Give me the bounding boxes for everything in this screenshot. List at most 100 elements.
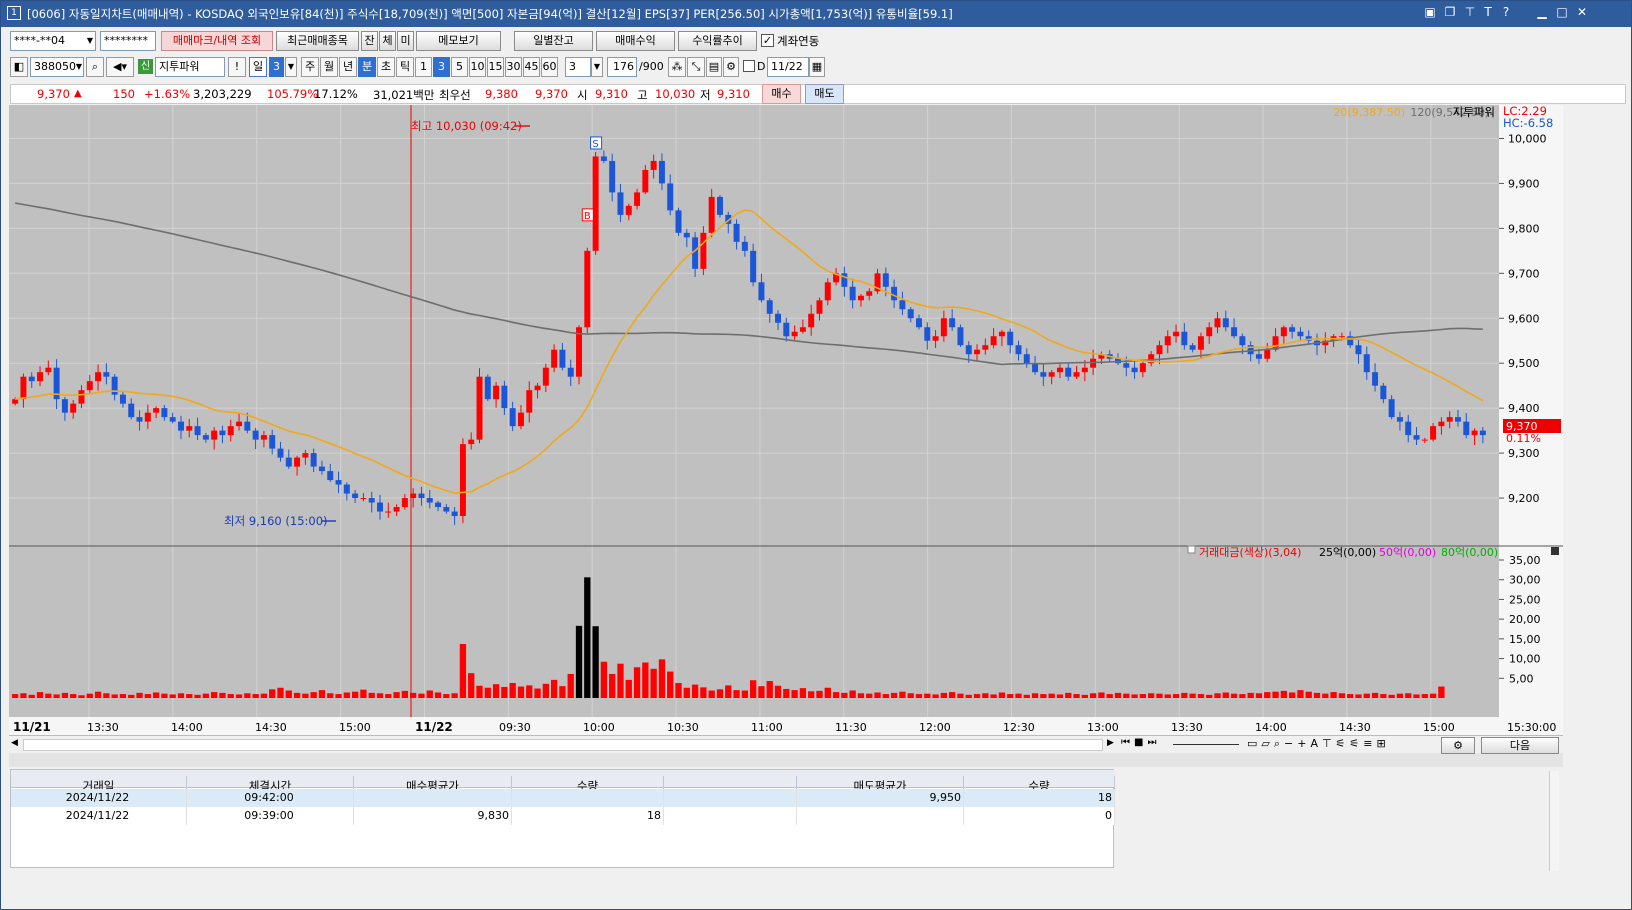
- minute-button[interactable]: 1: [415, 57, 432, 77]
- sell-button[interactable]: 매도: [805, 84, 844, 104]
- volume-bar: [973, 694, 981, 698]
- interval-select[interactable]: 3: [565, 57, 591, 77]
- font-icon[interactable]: T: [1479, 5, 1497, 19]
- volume-bar: [1355, 694, 1362, 698]
- volume-bar: [733, 690, 740, 698]
- calendar-icon[interactable]: ▦: [809, 57, 825, 77]
- volume-bar: [683, 687, 690, 698]
- period-button[interactable]: 분: [358, 57, 376, 77]
- minute-button[interactable]: 60: [541, 57, 558, 77]
- candle-body: [741, 241, 748, 251]
- pane-menu-icon[interactable]: [1551, 547, 1559, 555]
- interval-dropdown-icon[interactable]: ▼: [591, 57, 603, 77]
- candle-body: [468, 439, 475, 445]
- candle-count-input[interactable]: 176: [607, 57, 637, 77]
- period-button[interactable]: 틱: [396, 57, 414, 77]
- day-count[interactable]: 3: [269, 57, 284, 77]
- executed-button[interactable]: 체: [379, 31, 396, 51]
- day-dropdown-icon[interactable]: ▼: [285, 57, 297, 77]
- cell-sell_qty: 0: [964, 807, 1115, 825]
- return-trend-button[interactable]: 수익률추이: [678, 31, 757, 51]
- candle-body: [899, 300, 906, 310]
- duplicate-icon[interactable]: ❐: [1441, 5, 1459, 19]
- layout-toggle-icon[interactable]: ◧: [10, 57, 28, 77]
- recent-trades-button[interactable]: 최근매매종목: [276, 31, 359, 51]
- maximize-icon[interactable]: □: [1553, 5, 1571, 19]
- candle-body: [236, 421, 243, 427]
- table-row[interactable]: 2024/11/22 09:39:00 9,830 18 0: [11, 807, 1115, 825]
- candle-body: [559, 349, 566, 368]
- trade-profit-button[interactable]: 매매수익: [596, 31, 675, 51]
- draw-tool-icon[interactable]: ⤡: [687, 57, 705, 77]
- period-button[interactable]: 초: [377, 57, 395, 77]
- volume-tick-label: 30,00: [1509, 574, 1541, 587]
- candle-body: [866, 291, 873, 296]
- minimize-icon[interactable]: ▁: [1533, 5, 1551, 19]
- next-button[interactable]: 다음: [1481, 737, 1559, 754]
- period-button[interactable]: 월: [320, 57, 338, 77]
- candle-body: [609, 160, 616, 193]
- minute-button[interactable]: 3: [433, 57, 450, 77]
- minute-button[interactable]: 5: [451, 57, 468, 77]
- scroll-left-icon[interactable]: ◀: [11, 738, 18, 748]
- sound-icon[interactable]: ◀▾: [106, 57, 134, 77]
- chart-tool-icon[interactable]: ⁂: [668, 57, 686, 77]
- volume-bar: [1222, 692, 1229, 698]
- credit-badge: 신: [138, 59, 153, 74]
- price-change: 150: [113, 87, 135, 101]
- account-select[interactable]: ****-**04 ▼: [10, 31, 96, 51]
- date-checkbox[interactable]: [743, 60, 755, 72]
- chevron-down-icon[interactable]: ▼: [87, 32, 93, 50]
- stock-code-input[interactable]: 388050 ▼: [30, 57, 84, 77]
- candle-body: [476, 376, 483, 440]
- search-icon[interactable]: ⌕: [86, 57, 104, 77]
- period-button[interactable]: 주: [301, 57, 319, 77]
- chart-tools-icons[interactable]: ▭▱⌕−+A⊤⚟⚟≡⊞: [1247, 737, 1390, 751]
- scroll-track[interactable]: [23, 739, 1103, 751]
- volume-bar: [899, 691, 906, 698]
- close-icon[interactable]: ✕: [1573, 5, 1591, 19]
- candle-body: [667, 183, 674, 211]
- code-dropdown-icon[interactable]: ▼: [76, 58, 82, 76]
- table-scrollbar[interactable]: [1549, 771, 1559, 871]
- price-chart[interactable]: 10,000 9,900 9,800 9,700 9,600 9,500 9,400 9,30…: [9, 105, 1563, 735]
- minute-button[interactable]: 15: [487, 57, 504, 77]
- alert-button[interactable]: !: [228, 57, 246, 77]
- balance-button[interactable]: 잔: [361, 31, 378, 51]
- volume-bar: [492, 684, 500, 698]
- unexecuted-button[interactable]: 미: [397, 31, 414, 51]
- chart-scrollbar[interactable]: ◀ ▶ ⏮■⏭ ▭▱⌕−+A⊤⚟⚟≡⊞: [9, 735, 1563, 753]
- help-icon[interactable]: ?: [1497, 5, 1515, 19]
- password-field[interactable]: ********: [100, 31, 156, 51]
- stock-name-field[interactable]: 지투파워: [155, 57, 225, 77]
- candle-body: [161, 408, 168, 418]
- trade-mark-button[interactable]: 매매마크/내역 조회: [161, 31, 273, 51]
- volume-bar: [1015, 693, 1022, 698]
- period-button[interactable]: 년: [339, 57, 357, 77]
- account-link-checkbox[interactable]: ✓: [761, 34, 774, 47]
- buy-button[interactable]: 매수: [762, 84, 801, 104]
- pin-icon[interactable]: ⊤: [1461, 5, 1479, 19]
- table-row[interactable]: 2024/11/22 09:42:00 9,950 18: [11, 789, 1115, 807]
- price-tick-label: 9,400: [1508, 402, 1540, 415]
- settings-gear-icon[interactable]: ⚙: [723, 57, 739, 77]
- minute-button[interactable]: 45: [523, 57, 540, 77]
- volume-bar: [152, 692, 160, 698]
- candle-body: [1363, 354, 1370, 373]
- minute-button[interactable]: 30: [505, 57, 522, 77]
- volume-bar: [351, 691, 359, 698]
- memo-button[interactable]: 메모보기: [416, 31, 501, 51]
- grid-settings-icon[interactable]: ⚙: [1441, 737, 1475, 754]
- volume-bar: [94, 691, 102, 698]
- layout-icon[interactable]: ▣: [1421, 5, 1439, 19]
- minute-button[interactable]: 10: [469, 57, 486, 77]
- zoom-slider[interactable]: [1173, 744, 1239, 745]
- scroll-right-icon[interactable]: ▶: [1107, 738, 1114, 748]
- day-button[interactable]: 일: [249, 57, 267, 77]
- daily-balance-button[interactable]: 일별잔고: [514, 31, 593, 51]
- volume-bar: [1421, 694, 1428, 698]
- save-icon[interactable]: ▤: [706, 57, 722, 77]
- playback-controls-icon[interactable]: ⏮■⏭: [1121, 737, 1160, 748]
- date-input[interactable]: 11/22: [767, 57, 809, 77]
- time-tick-label: 11/21: [13, 720, 51, 734]
